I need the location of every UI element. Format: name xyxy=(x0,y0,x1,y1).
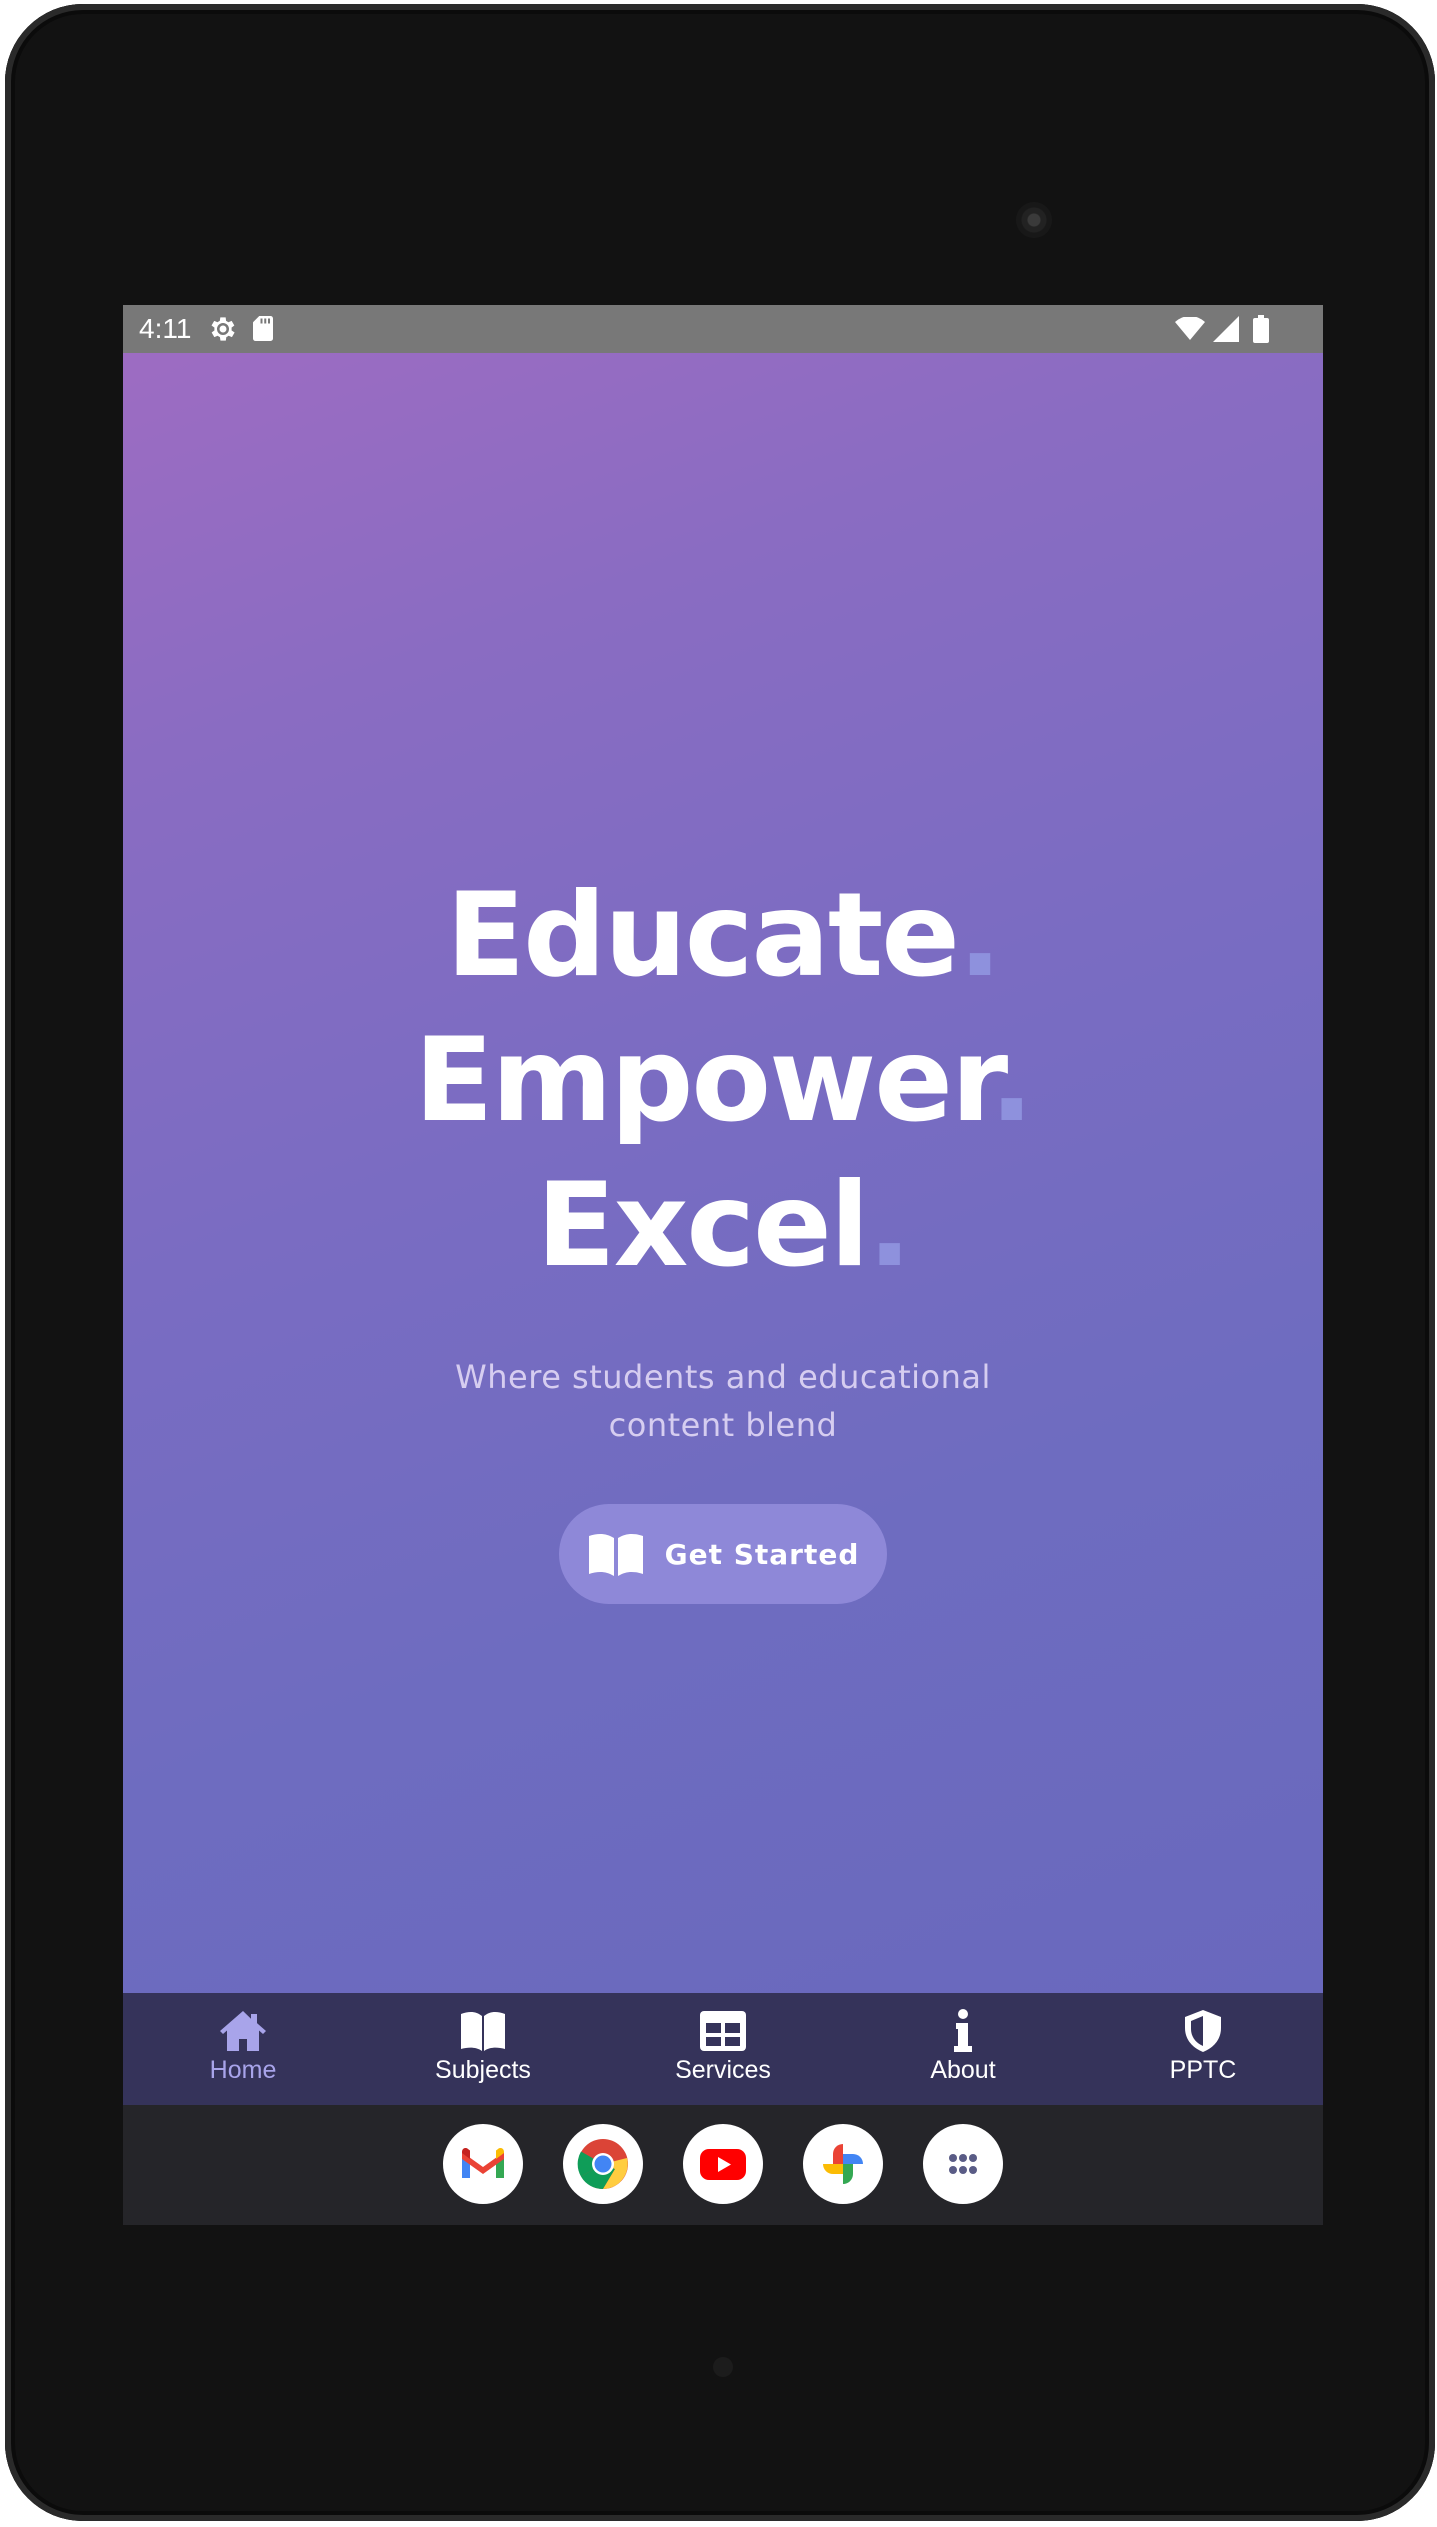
gmail-app[interactable] xyxy=(443,2124,523,2204)
grid-table-icon xyxy=(700,2011,746,2051)
headline: Educate. Empower. Excel. xyxy=(123,863,1323,1298)
nav-item-about[interactable]: About xyxy=(843,1993,1083,2105)
chrome-app[interactable] xyxy=(563,2124,643,2204)
nav-label-home: Home xyxy=(209,2056,277,2084)
nav-item-home[interactable]: Home xyxy=(123,1993,363,2105)
get-started-button[interactable]: Get Started xyxy=(559,1504,887,1604)
open-book-icon xyxy=(588,1533,643,1576)
home-icon xyxy=(220,2011,266,2051)
tablet-frame: 4:11 Educate. Empower. Excel. Where stud… xyxy=(5,4,1435,2521)
nav-item-pptc[interactable]: PPTC xyxy=(1083,1993,1323,2105)
headline-line-excel: Excel. xyxy=(536,1158,911,1293)
wifi-icon xyxy=(1175,317,1205,340)
info-icon xyxy=(954,2009,972,2052)
nav-label-services: Services xyxy=(675,2056,771,2084)
app-drawer[interactable] xyxy=(923,2124,1003,2204)
settings-gear-icon xyxy=(211,317,235,341)
tagline: Where students and educational content b… xyxy=(455,1358,991,1444)
bottom-navigation: Home Subjects Services About PPTC xyxy=(123,1993,1323,2105)
gmail-icon xyxy=(462,2148,504,2178)
status-time: 4:11 xyxy=(139,313,192,344)
open-book-icon xyxy=(461,2011,505,2051)
nav-label-about: About xyxy=(930,2056,996,2084)
headline-line-educate: Educate. xyxy=(445,868,1002,1003)
shield-icon xyxy=(1185,2010,1221,2052)
youtube-app[interactable] xyxy=(683,2124,763,2204)
youtube-icon xyxy=(700,2149,746,2180)
app-drawer-icon xyxy=(949,2154,977,2174)
nav-item-services[interactable]: Services xyxy=(603,1993,843,2105)
nav-label-subjects: Subjects xyxy=(435,2056,531,2084)
app-dock xyxy=(123,2105,1323,2225)
bottom-sensor xyxy=(713,2357,733,2377)
front-camera xyxy=(1016,202,1052,238)
status-bar: 4:11 xyxy=(123,305,1323,353)
screen: 4:11 Educate. Empower. Excel. Where stud… xyxy=(123,305,1323,2225)
photos-app[interactable] xyxy=(803,2124,883,2204)
nav-label-pptc: PPTC xyxy=(1169,2056,1237,2084)
battery-icon xyxy=(1253,315,1269,343)
get-started-label: Get Started xyxy=(664,1537,860,1571)
cell-signal-icon xyxy=(1213,316,1239,342)
chrome-icon xyxy=(577,2139,628,2190)
sd-card-icon xyxy=(253,316,273,341)
photos-icon xyxy=(823,2144,863,2184)
nav-item-subjects[interactable]: Subjects xyxy=(363,1993,603,2105)
headline-line-empower: Empower. xyxy=(414,1013,1033,1148)
hero-section: Educate. Empower. Excel. Where students … xyxy=(123,353,1323,1993)
